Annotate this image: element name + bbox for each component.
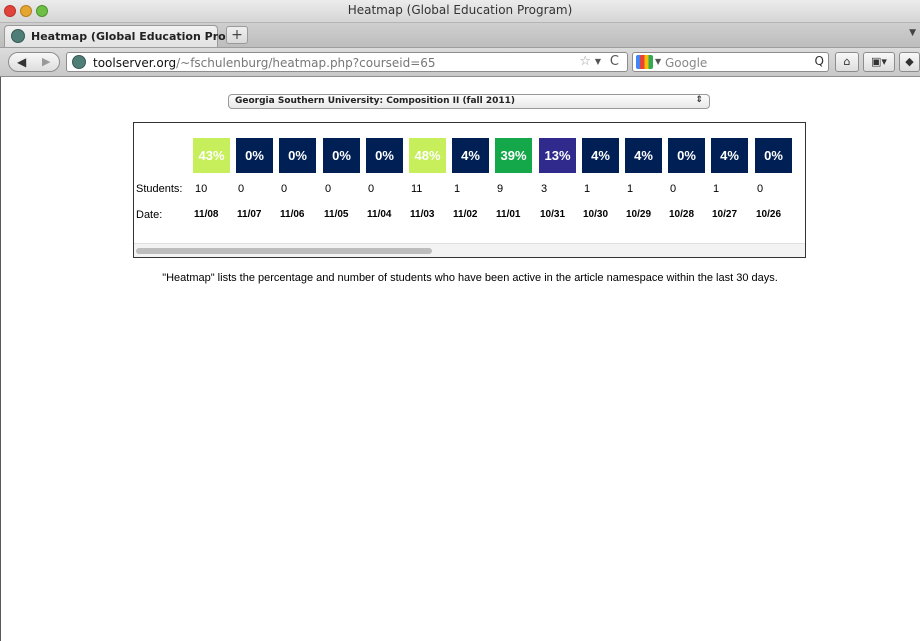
heatmap-cell: 48% <box>409 138 446 173</box>
forward-arrow-icon[interactable]: ▶ <box>42 55 50 68</box>
date-label: 11/08 <box>194 209 219 220</box>
heatmap-cell: 0% <box>755 138 792 173</box>
student-count: 1 <box>454 183 461 195</box>
student-count: 0 <box>325 183 332 195</box>
date-label: 11/04 <box>367 209 392 220</box>
heatmap-frame[interactable]: 43% 10 11/08 0% 0 11/07 0% 0 11/06 0% 0 11/05 0% 0 11/… <box>133 122 806 258</box>
student-count: 0 <box>757 183 764 195</box>
date-row-label: Date: <box>136 209 163 221</box>
tab-heatmap[interactable]: Heatmap (Global Education Pro... <box>4 25 238 47</box>
chevron-down-icon[interactable]: ▼ <box>595 57 601 66</box>
search-icon[interactable]: Q <box>815 54 824 68</box>
heatmap-cell: 4% <box>711 138 748 173</box>
date-label: 11/01 <box>496 209 521 220</box>
heatmap-cell: 0% <box>668 138 705 173</box>
heatmap-cell: 4% <box>625 138 662 173</box>
student-count: 0 <box>281 183 288 195</box>
globe-icon <box>72 55 86 69</box>
window-title: Heatmap (Global Education Program) <box>347 3 573 17</box>
search-input[interactable]: Google <box>665 56 707 70</box>
tab-label: Heatmap (Global Education Pro... <box>31 30 239 43</box>
student-count: 10 <box>195 183 208 195</box>
heatmap-explanation: "Heatmap" lists the percentage and numbe… <box>162 272 778 284</box>
chevron-down-icon[interactable]: ▼ <box>909 28 916 38</box>
course-select[interactable]: Georgia Southern University: Composition… <box>228 94 710 109</box>
heatmap-cell: 0% <box>279 138 316 173</box>
student-count: 3 <box>541 183 548 195</box>
student-count: 11 <box>411 183 423 195</box>
google-icon[interactable] <box>636 55 653 69</box>
heatmap-cell: 13% <box>539 138 576 173</box>
heatmap-cell: 39% <box>495 138 532 173</box>
student-count: 1 <box>627 183 634 195</box>
date-label: 11/03 <box>410 209 435 220</box>
home-button[interactable]: ⌂ <box>835 52 859 72</box>
heatmap-cell: 0% <box>366 138 403 173</box>
date-label: 10/27 <box>712 209 738 220</box>
navigation-toolbar: ◀ ▶ toolserver.org/~fschulenburg/heatmap… <box>0 48 920 77</box>
date-label: 11/06 <box>280 209 305 220</box>
back-arrow-icon[interactable]: ◀ <box>17 55 26 69</box>
date-label: 10/26 <box>756 209 782 220</box>
student-count: 9 <box>497 183 504 195</box>
url-host: toolserver.org <box>93 56 177 70</box>
date-label: 10/31 <box>540 209 566 220</box>
student-count: 0 <box>670 183 677 195</box>
back-forward-buttons: ◀ ▶ <box>8 52 60 72</box>
heatmap-cell: 0% <box>323 138 360 173</box>
date-label: 11/07 <box>237 209 262 220</box>
student-count: 1 <box>713 183 720 195</box>
url-text[interactable]: toolserver.org/~fschulenburg/heatmap.php… <box>93 56 436 70</box>
student-count: 0 <box>238 183 245 195</box>
reload-icon[interactable]: C <box>610 54 619 69</box>
course-select-value: Georgia Southern University: Composition… <box>235 96 516 106</box>
scrollbar-thumb[interactable] <box>136 248 432 254</box>
select-arrows-icon: ⇕ <box>695 95 703 105</box>
students-row-label: Students: <box>136 183 183 195</box>
date-label: 11/02 <box>453 209 478 220</box>
student-count: 1 <box>584 183 591 195</box>
title-bar: Heatmap (Global Education Program) <box>0 0 920 23</box>
window-edge <box>0 77 1 641</box>
heatmap-cell: 4% <box>452 138 489 173</box>
globe-icon <box>11 29 25 43</box>
tab-bar: Heatmap (Global Education Pro... + ▼ <box>0 23 920 48</box>
evernote-icon[interactable]: ◆ <box>899 52 920 72</box>
heatmap-cell: 4% <box>582 138 619 173</box>
address-bar[interactable]: toolserver.org/~fschulenburg/heatmap.php… <box>66 52 628 72</box>
date-label: 10/30 <box>583 209 609 220</box>
star-icon[interactable]: ☆ <box>579 54 591 69</box>
url-path: /~fschulenburg/heatmap.php?courseid=65 <box>176 56 436 70</box>
heatmap-cell: 43% <box>193 138 230 173</box>
search-bar[interactable]: ▼ Google Q <box>632 52 829 72</box>
horizontal-scrollbar[interactable] <box>134 243 805 257</box>
date-label: 10/28 <box>669 209 695 220</box>
date-label: 11/05 <box>324 209 349 220</box>
chevron-down-icon[interactable]: ▼ <box>655 57 661 66</box>
bookmarks-button[interactable]: ▣▾ <box>863 52 895 72</box>
new-tab-button[interactable]: + <box>226 26 248 44</box>
heatmap-cell: 0% <box>236 138 273 173</box>
date-label: 10/29 <box>626 209 652 220</box>
student-count: 0 <box>368 183 375 195</box>
